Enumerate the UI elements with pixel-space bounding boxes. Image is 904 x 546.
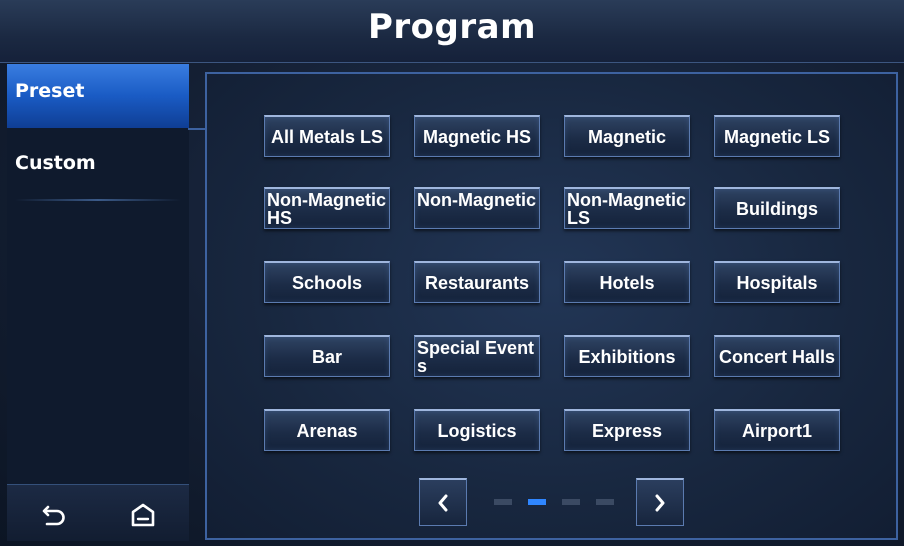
program-button[interactable]: Bar <box>264 335 390 377</box>
program-button[interactable]: Magnetic HS <box>414 115 540 157</box>
program-button[interactable]: Buildings <box>714 187 840 229</box>
title-bar: Program <box>0 0 904 63</box>
home-button[interactable] <box>123 495 163 535</box>
program-button[interactable]: Magnetic LS <box>714 115 840 157</box>
program-screen: Program Preset Custom All Metals LS Magn… <box>0 0 904 546</box>
sidebar-item-preset[interactable]: Preset <box>7 64 189 128</box>
program-button[interactable]: Non-Magnetic HS <box>264 187 390 229</box>
program-button[interactable]: Restaurants <box>414 261 540 303</box>
program-button[interactable]: All Metals LS <box>264 115 390 157</box>
next-page-button[interactable] <box>636 478 684 526</box>
panel-connector <box>188 128 206 130</box>
program-button[interactable]: Schools <box>264 261 390 303</box>
program-grid: All Metals LS Magnetic HS Magnetic Magne… <box>264 115 840 460</box>
page-indicator <box>419 478 685 526</box>
prev-page-button[interactable] <box>419 478 467 526</box>
page-dot[interactable] <box>494 499 512 505</box>
back-button[interactable] <box>35 495 75 535</box>
program-button[interactable]: Airport1 <box>714 409 840 451</box>
page-title: Program <box>367 7 537 47</box>
sidebar-item-label: Custom <box>15 152 96 174</box>
program-button[interactable]: Logistics <box>414 409 540 451</box>
program-button[interactable]: Concert Halls <box>714 335 840 377</box>
program-button[interactable]: Non-Magnetic <box>414 187 540 229</box>
program-button[interactable]: Magnetic <box>564 115 690 157</box>
page-dot[interactable] <box>562 499 580 505</box>
program-button[interactable]: Express <box>564 409 690 451</box>
program-button[interactable]: Exhibitions <box>564 335 690 377</box>
page-dot-active[interactable] <box>528 499 546 505</box>
program-button[interactable]: Hospitals <box>714 261 840 303</box>
sidebar: Preset Custom <box>7 64 189 541</box>
sidebar-bottom-bar <box>7 484 189 541</box>
home-icon <box>131 503 155 527</box>
page-dot[interactable] <box>596 499 614 505</box>
back-icon <box>42 505 65 526</box>
chevron-right-icon <box>655 494 665 511</box>
program-button[interactable]: Non-Magnetic LS <box>564 187 690 229</box>
program-button[interactable]: Hotels <box>564 261 690 303</box>
sidebar-divider <box>15 199 181 201</box>
sidebar-item-label: Preset <box>15 80 85 102</box>
program-button[interactable]: Arenas <box>264 409 390 451</box>
program-button[interactable]: Special Events <box>414 335 540 377</box>
chevron-left-icon <box>438 494 448 511</box>
